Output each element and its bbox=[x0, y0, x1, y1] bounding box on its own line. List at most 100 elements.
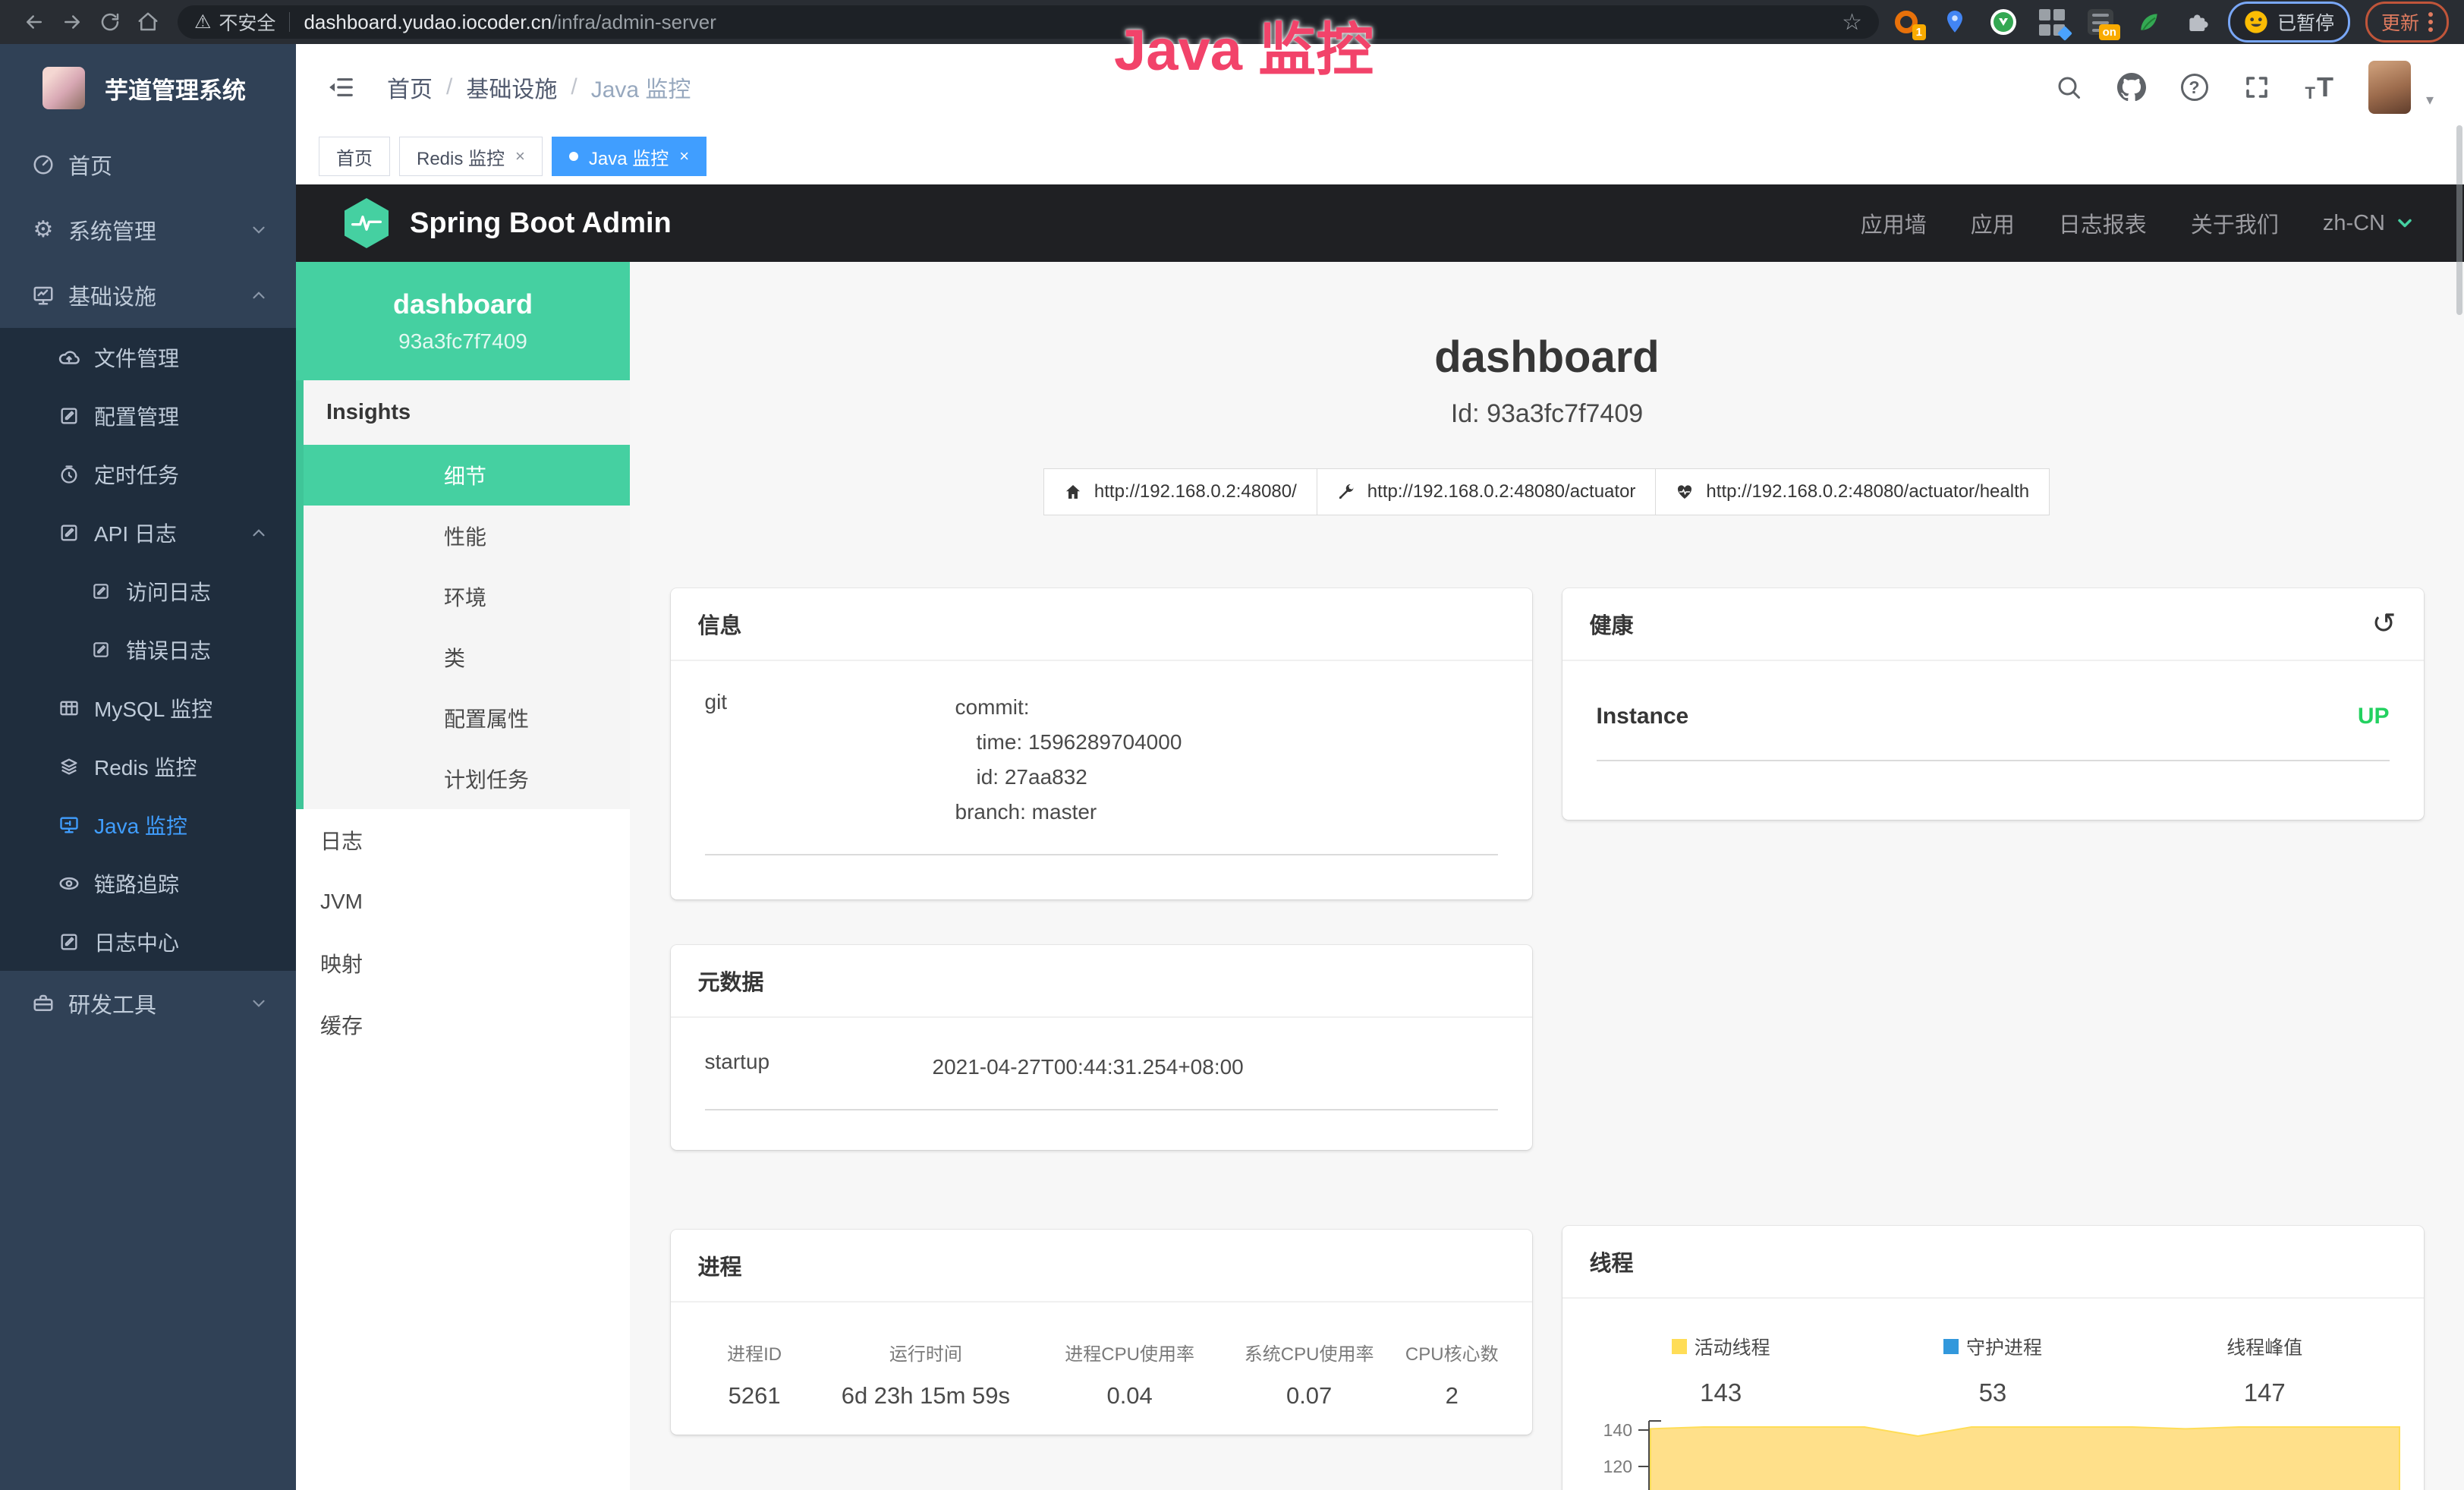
sidebar-item-scheduled-jobs[interactable]: 定时任务 bbox=[0, 445, 296, 503]
sba-nav-wallboard[interactable]: 应用墙 bbox=[1861, 207, 1927, 239]
forward-icon[interactable] bbox=[53, 3, 91, 41]
sba-brand-title: Spring Boot Admin bbox=[410, 207, 672, 240]
legend-live-label: 活动线程 bbox=[1695, 1333, 1770, 1360]
sidebar-item-label: Redis 监控 bbox=[94, 751, 197, 782]
extension-colorzilla-icon[interactable]: 1 bbox=[1893, 8, 1920, 36]
sidebar-item-access-logs[interactable]: 访问日志 bbox=[0, 562, 296, 620]
tab-java-monitor[interactable]: Java 监控 × bbox=[552, 137, 706, 176]
close-icon[interactable]: × bbox=[515, 146, 525, 166]
legend-daemon-label: 守护进程 bbox=[1966, 1333, 2042, 1360]
logo-title: 芋道管理系统 bbox=[105, 71, 246, 106]
edit-square-icon bbox=[56, 405, 82, 427]
extension-vue-devtools-icon[interactable] bbox=[1990, 8, 2017, 36]
cloud-upload-icon bbox=[56, 346, 82, 369]
paused-label: 已暂停 bbox=[2277, 8, 2334, 36]
help-icon[interactable]: ? bbox=[2181, 74, 2208, 101]
annotation-java-monitor: Java 监控 bbox=[1114, 3, 1374, 87]
git-label: git bbox=[705, 690, 955, 830]
actuator-url-button[interactable]: http://192.168.0.2:48080/actuator bbox=[1317, 468, 1657, 515]
url-bar[interactable]: ⚠ 不安全 dashboard.yudao.iocoder.cn /infra/… bbox=[178, 5, 1879, 39]
sidebar-item-dev-tools[interactable]: 研发工具 bbox=[0, 971, 296, 1036]
sidebar-item-log-center[interactable]: 日志中心 bbox=[0, 912, 296, 971]
profile-paused-pill[interactable]: 已暂停 bbox=[2228, 2, 2350, 43]
sidebar-item-error-logs[interactable]: 错误日志 bbox=[0, 620, 296, 679]
health-instance-row[interactable]: Instance UP bbox=[1597, 661, 2390, 729]
extension-grid-icon[interactable] bbox=[2038, 8, 2066, 36]
sba-menu-details[interactable]: 细节 bbox=[304, 445, 630, 506]
sba-nav-journal[interactable]: 日志报表 bbox=[2059, 207, 2147, 239]
health-url-button[interactable]: http://192.168.0.2:48080/actuator/health bbox=[1655, 468, 2050, 515]
sidebar-item-api-logs[interactable]: API 日志 bbox=[0, 503, 296, 562]
svg-text:140: 140 bbox=[1603, 1420, 1632, 1440]
instance-url-button[interactable]: http://192.168.0.2:48080/ bbox=[1043, 468, 1317, 515]
chrome-update-button[interactable]: 更新 bbox=[2365, 2, 2449, 43]
scrollbar[interactable] bbox=[2456, 125, 2462, 315]
extension-sprout-icon[interactable] bbox=[2135, 8, 2163, 36]
sba-brand[interactable]: Spring Boot Admin bbox=[345, 198, 672, 248]
sba-menu-jvm[interactable]: JVM bbox=[296, 871, 630, 932]
sidebar-item-tracing[interactable]: 链路追踪 bbox=[0, 854, 296, 912]
sba-menu-scheduled-tasks[interactable]: 计划任务 bbox=[304, 748, 630, 809]
sba-menu-caches[interactable]: 缓存 bbox=[296, 994, 630, 1055]
sba-menu-environment[interactable]: 环境 bbox=[304, 566, 630, 627]
threads-legend: 活动线程 143 守护进程 53 线程峰值 bbox=[1585, 1299, 2401, 1407]
fullscreen-icon[interactable] bbox=[2243, 74, 2270, 101]
back-icon[interactable] bbox=[15, 3, 53, 41]
text-size-icon[interactable]: TT bbox=[2305, 71, 2333, 103]
user-caret-icon[interactable]: ▾ bbox=[2426, 90, 2434, 114]
layers-icon bbox=[56, 756, 82, 777]
row-divider bbox=[705, 854, 1498, 855]
sidebar-item-home[interactable]: 首页 bbox=[0, 132, 296, 197]
sba-navbar: Spring Boot Admin 应用墙 应用 日志报表 关于我们 zh-CN bbox=[296, 184, 2464, 262]
sba-nav-applications[interactable]: 应用 bbox=[1971, 207, 2015, 239]
timer-icon bbox=[56, 464, 82, 485]
sidebar-item-label: 日志中心 bbox=[94, 927, 179, 957]
sba-locale-select[interactable]: zh-CN bbox=[2323, 211, 2415, 236]
sba-menu-metrics[interactable]: 性能 bbox=[304, 506, 630, 566]
admin-logo[interactable]: 芋道管理系统 bbox=[0, 44, 296, 132]
sba-menu-classes[interactable]: 类 bbox=[304, 627, 630, 688]
extension-pin-icon[interactable] bbox=[1941, 8, 1968, 36]
sidebar-item-file-mgmt[interactable]: 文件管理 bbox=[0, 328, 296, 386]
insights-group-title: Insights bbox=[304, 380, 630, 445]
sba-menu-config-props[interactable]: 配置属性 bbox=[304, 688, 630, 748]
sidebar-item-redis-monitor[interactable]: Redis 监控 bbox=[0, 737, 296, 795]
sidebar-item-mysql-monitor[interactable]: MySQL 监控 bbox=[0, 679, 296, 737]
sba-logo-icon bbox=[345, 198, 389, 248]
logo-avatar bbox=[42, 67, 85, 109]
sba-instance-header[interactable]: dashboard 93a3fc7f7409 bbox=[296, 262, 630, 380]
breadcrumb-infra[interactable]: 基础设施 bbox=[466, 71, 557, 104]
user-avatar[interactable] bbox=[2368, 61, 2411, 114]
display-icon bbox=[56, 814, 82, 836]
history-icon[interactable]: ↺ bbox=[2372, 610, 2396, 638]
sidebar-item-infrastructure[interactable]: 基础设施 bbox=[0, 263, 296, 328]
reload-icon[interactable] bbox=[91, 3, 129, 41]
tab-home[interactable]: 首页 bbox=[319, 137, 390, 176]
sidebar-item-label: 研发工具 bbox=[68, 988, 156, 1019]
process-card: 进程 进程ID 运行时间 进程CPU使用率 系统CPU使用率 CPU核心数 bbox=[671, 1230, 1532, 1435]
github-icon[interactable] bbox=[2117, 73, 2146, 102]
admin-topbar: 首页 / 基础设施 / Java 监控 ? bbox=[296, 44, 2464, 131]
home-nav-icon[interactable] bbox=[129, 3, 167, 41]
url-path: /infra/admin-server bbox=[552, 11, 716, 34]
sidebar-item-java-monitor[interactable]: Java 监控 bbox=[0, 795, 296, 854]
bookmark-star-icon[interactable]: ☆ bbox=[1842, 9, 1862, 36]
info-card-title: 信息 bbox=[671, 588, 1532, 661]
extensions-puzzle-icon[interactable] bbox=[2184, 8, 2211, 36]
sba-menu-mappings[interactable]: 映射 bbox=[296, 932, 630, 994]
sba-nav-about[interactable]: 关于我们 bbox=[2191, 207, 2279, 239]
sidebar-item-system-mgmt[interactable]: ⚙ 系统管理 bbox=[0, 197, 296, 263]
sidebar-item-config-mgmt[interactable]: 配置管理 bbox=[0, 386, 296, 445]
close-icon[interactable]: × bbox=[679, 146, 689, 166]
sba-menu-logs[interactable]: 日志 bbox=[296, 809, 630, 871]
breadcrumb-current: Java 监控 bbox=[591, 71, 691, 104]
sidebar-collapse-icon[interactable] bbox=[326, 73, 355, 102]
legend-swatch-live bbox=[1672, 1339, 1687, 1354]
browser-menu-icon[interactable] bbox=[2428, 9, 2433, 35]
extension-switch-on-icon[interactable]: on bbox=[2087, 8, 2114, 36]
health-instance-label: Instance bbox=[1597, 704, 1689, 729]
search-icon[interactable] bbox=[2055, 74, 2082, 101]
breadcrumb-home[interactable]: 首页 bbox=[387, 71, 433, 104]
edit-square-icon bbox=[88, 640, 114, 660]
tab-redis-monitor[interactable]: Redis 监控 × bbox=[399, 137, 543, 176]
